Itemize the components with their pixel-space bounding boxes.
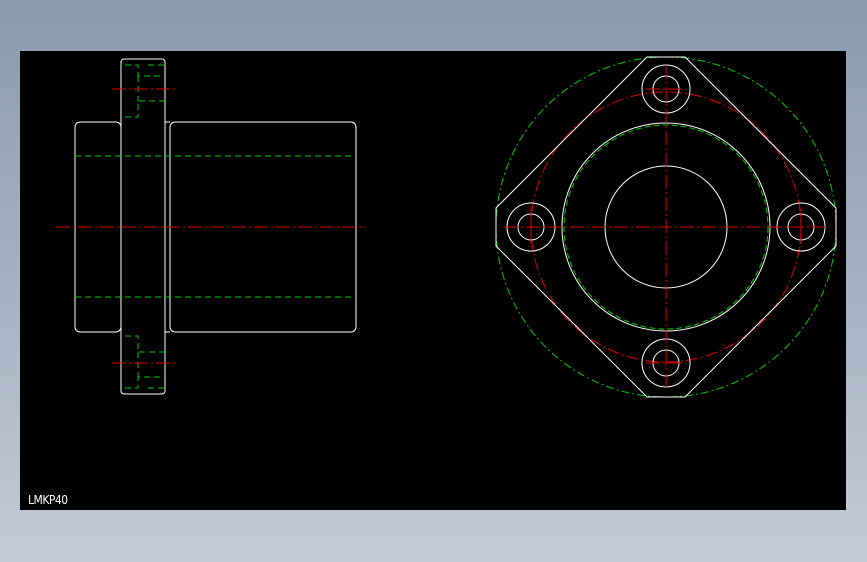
cad-drawing-canvas bbox=[56, 56, 837, 398]
side-view bbox=[56, 58, 365, 395]
part-label: LMKP40 bbox=[28, 493, 68, 507]
side-view-center-lines bbox=[56, 88, 365, 364]
cad-viewport[interactable]: LMKP40 bbox=[20, 51, 846, 510]
front-view bbox=[495, 56, 837, 398]
front-view-center-lines bbox=[504, 65, 828, 389]
